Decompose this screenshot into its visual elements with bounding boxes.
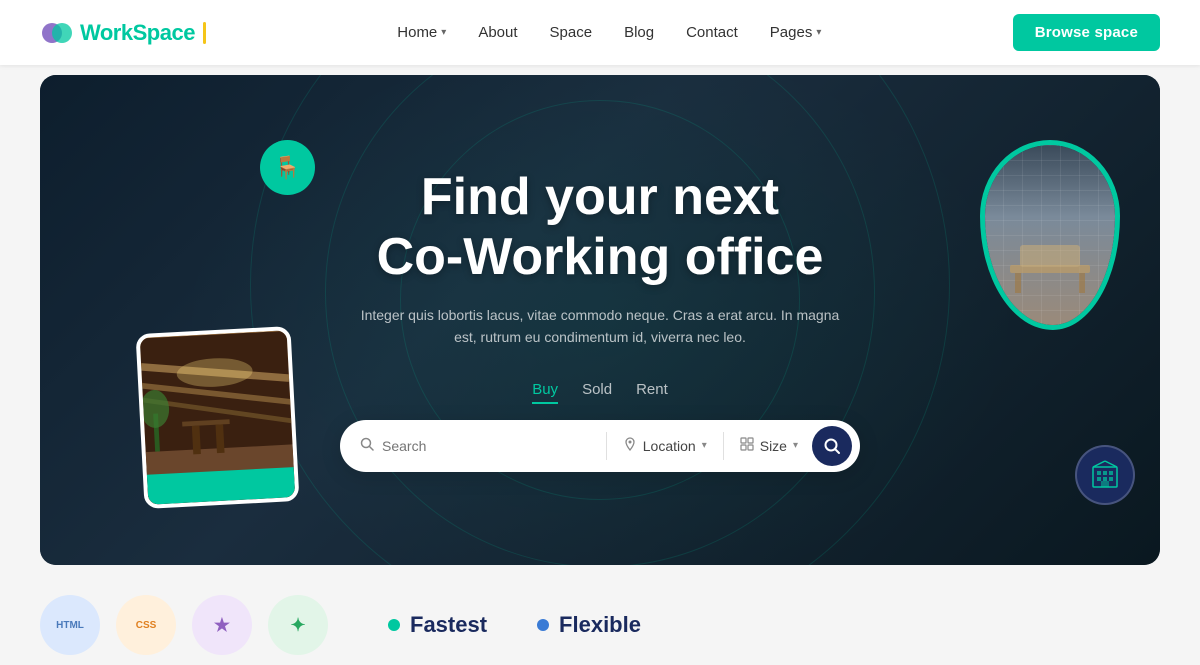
bottom-section: HTML CSS ★ ✦ Fastest Flexible [0,575,1200,665]
tab-rent[interactable]: Rent [636,377,668,404]
nav-item-home[interactable]: Home ▾ [397,24,446,41]
logo-bar [203,22,206,44]
feature-flexible: Flexible [537,612,641,638]
building-icon [1089,459,1121,491]
search-button[interactable] [812,426,852,466]
size-dropdown[interactable]: Size ▾ [736,437,802,454]
nav-item-space[interactable]: Space [550,24,593,41]
chair-badge: 🪑 [260,140,315,195]
tab-buy[interactable]: Buy [532,377,558,404]
search-input-wrap [360,437,594,454]
logo[interactable]: WorkSpace [40,16,206,50]
hero-title: Find your next Co-Working office [377,168,824,288]
nav-item-about[interactable]: About [478,24,517,41]
size-chevron-icon: ▾ [793,440,798,451]
grid-icon [740,437,754,454]
nav-link-about[interactable]: About [478,24,517,41]
nav-item-blog[interactable]: Blog [624,24,654,41]
navbar: WorkSpace Home ▾ About Space Blog [0,0,1200,65]
partner-logos: HTML CSS ★ ✦ [40,595,328,655]
feature-flexible-label: Flexible [559,612,641,638]
office-image-inner [985,145,1115,325]
photo-inner [140,330,296,504]
fastest-dot [388,619,400,631]
location-icon [623,437,637,454]
logo-pill-2: CSS [116,595,176,655]
search-bar: Location ▾ Size ▾ [340,420,860,472]
nav-links: Home ▾ About Space Blog Contact [397,24,821,41]
nav-link-blog[interactable]: Blog [624,24,654,41]
logo-text: WorkSpace [80,20,195,46]
photo-accent-bar [147,467,295,505]
search-divider-2 [723,432,724,460]
feature-fastest-label: Fastest [410,612,487,638]
nav-link-space[interactable]: Space [550,24,593,41]
building-icon-circle [1075,445,1135,505]
coworking-photo-bottom-left [136,326,300,509]
location-chevron-icon: ▾ [702,440,707,451]
tab-sold[interactable]: Sold [582,377,612,404]
search-icon [360,437,374,454]
nav-link-pages[interactable]: Pages ▾ [770,24,822,41]
logo-icon [40,16,74,50]
features-list: Fastest Flexible [388,612,641,638]
desk-svg [1000,225,1100,305]
logo-pill-4: ✦ [268,595,328,655]
browse-space-button[interactable]: Browse space [1013,14,1160,51]
chevron-down-icon-pages: ▾ [816,27,821,38]
nav-item-contact[interactable]: Contact [686,24,738,41]
location-dropdown[interactable]: Location ▾ [619,437,711,454]
search-input[interactable] [382,438,502,454]
logo-pill-3: ★ [192,595,252,655]
flexible-dot [537,619,549,631]
logo-pill-1: HTML [40,595,100,655]
location-label: Location [643,438,696,454]
hero-section: 🪑 [40,75,1160,565]
search-divider-1 [606,432,607,460]
nav-link-home[interactable]: Home ▾ [397,24,446,41]
office-photo-top-right [980,140,1120,330]
chevron-down-icon: ▾ [441,27,446,38]
chair-icon: 🪑 [274,155,301,181]
nav-item-pages[interactable]: Pages ▾ [770,24,822,41]
feature-fastest: Fastest [388,612,487,638]
hero-subtitle: Integer quis lobortis lacus, vitae commo… [360,304,840,349]
hero-tabs: Buy Sold Rent [532,377,668,404]
nav-link-contact[interactable]: Contact [686,24,738,41]
size-label: Size [760,438,787,454]
search-button-icon [823,437,841,455]
